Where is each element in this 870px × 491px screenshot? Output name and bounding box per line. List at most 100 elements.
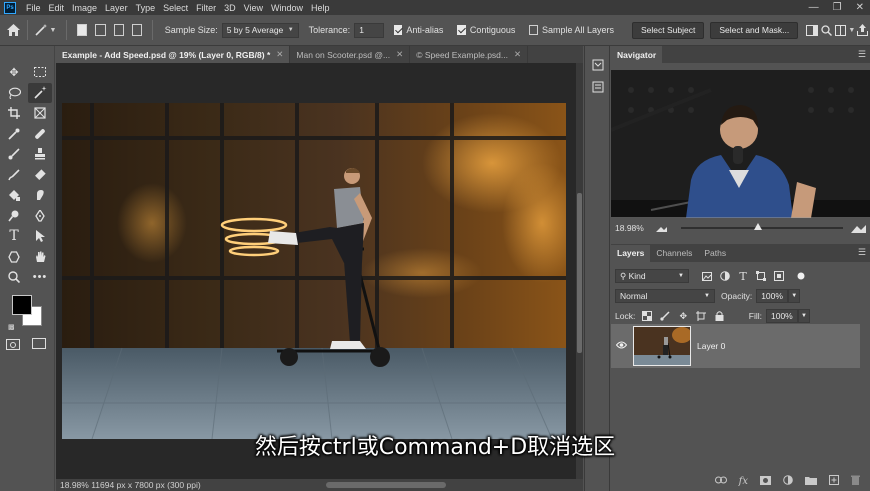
filter-adjustment-icon[interactable] [719, 270, 731, 282]
new-selection-mode-button[interactable] [77, 24, 88, 36]
menu-image[interactable]: Image [68, 3, 101, 13]
foreground-color-swatch[interactable] [12, 295, 32, 315]
layer-thumbnail[interactable] [633, 326, 691, 366]
link-layers-icon[interactable] [714, 476, 727, 487]
sample-size-select[interactable]: 5 by 5 Average ▼ [221, 22, 299, 38]
opacity-input[interactable]: 100% [756, 289, 789, 303]
select-subject-button[interactable]: Select Subject [631, 21, 705, 39]
intersect-selection-mode-button[interactable] [131, 24, 142, 36]
menu-filter[interactable]: Filter [192, 3, 220, 13]
filter-type-icon[interactable]: T [737, 270, 749, 283]
lock-all-icon[interactable] [713, 310, 725, 322]
adjustment-layer-icon[interactable] [783, 475, 793, 488]
minimize-icon[interactable]: — [809, 2, 819, 13]
default-colors-icon[interactable]: ▩ [8, 323, 15, 331]
clone-stamp-tool-icon[interactable] [28, 144, 52, 165]
chevron-down-icon[interactable]: ▼ [50, 27, 57, 34]
filter-toggle-icon[interactable] [795, 270, 807, 282]
color-swatches[interactable] [10, 295, 46, 331]
chevron-down-icon[interactable]: ▼ [848, 27, 855, 34]
close-icon[interactable]: ✕ [514, 49, 521, 60]
navigator-preview[interactable] [611, 70, 870, 218]
search-icon[interactable] [819, 21, 834, 39]
brush-tool-icon[interactable] [2, 144, 26, 165]
layer-filter-kind-select[interactable]: ⚲ Kind ▼ [615, 269, 689, 283]
gradient-tool-icon[interactable] [2, 185, 26, 206]
menu-view[interactable]: View [240, 3, 267, 13]
share-icon[interactable] [855, 21, 870, 39]
tab-channels[interactable]: Channels [650, 245, 698, 262]
lock-position-icon[interactable]: ✥ [677, 310, 689, 322]
menu-edit[interactable]: Edit [45, 3, 69, 13]
restore-icon[interactable]: ❐ [833, 2, 842, 13]
subtract-selection-mode-button[interactable] [113, 24, 124, 36]
healing-brush-tool-icon[interactable] [28, 124, 52, 145]
panel-menu-icon[interactable]: ☰ [858, 49, 866, 60]
eyedropper-tool-icon[interactable] [2, 124, 26, 145]
magic-wand-tool-icon[interactable] [28, 82, 52, 103]
menu-type[interactable]: Type [132, 3, 160, 13]
history-brush-tool-icon[interactable] [2, 165, 26, 186]
menu-file[interactable]: File [22, 3, 45, 13]
delete-layer-trash-icon[interactable] [851, 475, 860, 488]
opacity-dropdown[interactable]: ▼ [788, 289, 801, 303]
quick-mask-icon[interactable] [6, 339, 20, 350]
add-mask-icon[interactable] [760, 475, 771, 488]
new-layer-icon[interactable] [829, 475, 839, 488]
filter-pixel-icon[interactable] [701, 270, 713, 282]
zoom-slider[interactable] [681, 222, 843, 230]
tab-paths[interactable]: Paths [698, 245, 732, 262]
zoom-in-icon[interactable] [850, 223, 866, 233]
add-selection-mode-button[interactable] [95, 24, 106, 36]
fill-input[interactable]: 100% [766, 309, 798, 323]
move-tool-icon[interactable]: ✥ [2, 62, 26, 83]
magic-wand-tool-preset-icon[interactable] [34, 21, 50, 39]
filter-shape-icon[interactable] [755, 270, 767, 282]
smudge-tool-icon[interactable] [28, 185, 52, 206]
menu-select[interactable]: Select [159, 3, 192, 13]
blend-mode-select[interactable]: Normal ▼ [615, 289, 715, 303]
menu-help[interactable]: Help [307, 3, 334, 13]
workspace-icon[interactable] [834, 21, 849, 39]
panel-layout-icon[interactable] [804, 21, 819, 39]
menu-layer[interactable]: Layer [101, 3, 132, 13]
vertical-scrollbar[interactable] [576, 63, 583, 479]
scroll-thumb[interactable] [326, 482, 446, 488]
tab-example-add-speed[interactable]: Example - Add Speed.psd @ 19% (Layer 0, … [56, 46, 291, 63]
visibility-eye-icon[interactable] [611, 341, 631, 352]
layer-style-fx-icon[interactable]: fx [739, 476, 748, 487]
zoom-out-icon[interactable] [655, 224, 668, 232]
tab-navigator[interactable]: Navigator [611, 46, 663, 63]
contiguous-checkbox[interactable] [457, 25, 466, 35]
zoom-slider-thumb[interactable] [753, 222, 762, 230]
close-icon[interactable]: ✕ [396, 49, 403, 60]
hand-tool-icon[interactable] [28, 247, 52, 268]
tab-layers[interactable]: Layers [611, 244, 651, 262]
document-image[interactable] [62, 103, 566, 439]
anti-alias-checkbox[interactable] [393, 25, 403, 35]
canvas-area[interactable] [56, 63, 576, 479]
menu-window[interactable]: Window [267, 3, 307, 13]
menu-3d[interactable]: 3D [220, 3, 240, 13]
dodge-tool-icon[interactable] [2, 206, 26, 227]
layer-row[interactable]: Layer 0 [611, 324, 860, 368]
filter-smart-object-icon[interactable] [773, 270, 785, 282]
select-and-mask-button[interactable]: Select and Mask... [710, 21, 799, 39]
more-tools-icon[interactable]: ••• [28, 267, 52, 288]
lock-image-pixels-icon[interactable] [659, 310, 671, 322]
lock-artboard-icon[interactable] [695, 310, 707, 322]
zoom-tool-icon[interactable] [2, 267, 26, 288]
scroll-thumb[interactable] [577, 193, 582, 353]
panel-menu-icon[interactable]: ☰ [858, 247, 866, 258]
layer-name[interactable]: Layer 0 [697, 341, 725, 351]
tolerance-input[interactable]: 1 [354, 22, 384, 38]
type-tool-icon[interactable]: T [2, 226, 26, 247]
home-icon[interactable] [6, 21, 21, 39]
path-selection-tool-icon[interactable] [28, 226, 52, 247]
lasso-tool-icon[interactable] [2, 83, 26, 104]
pen-tool-icon[interactable] [28, 206, 52, 227]
tab-man-on-scooter[interactable]: Man on Scooter.psd @... ✕ [290, 46, 411, 63]
sample-all-layers-checkbox[interactable] [529, 25, 538, 35]
shape-tool-icon[interactable] [2, 247, 26, 268]
history-panel-icon[interactable] [585, 54, 611, 76]
